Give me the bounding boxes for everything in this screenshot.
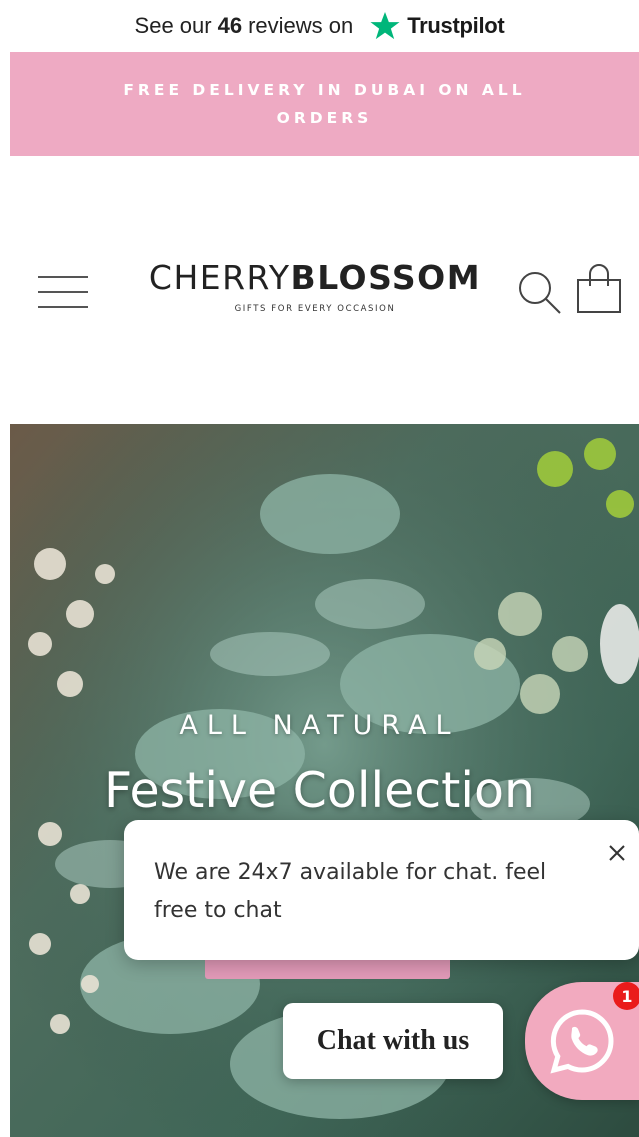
trustpilot-star-icon <box>370 12 400 40</box>
announcement-text: FREE DELIVERY IN DUBAI ON ALL ORDERS <box>123 81 526 127</box>
chat-with-us-button[interactable]: Chat with us <box>283 1003 503 1079</box>
chat-close-button[interactable] <box>604 840 630 866</box>
logo-word-blossom: BLOSSOM <box>290 258 482 297</box>
trustpilot-suffix: reviews on <box>248 13 354 38</box>
cart-button[interactable] <box>574 262 624 316</box>
chat-popup-text: We are 24x7 available for chat. feel fre… <box>154 860 547 923</box>
logo-tagline: GIFTS FOR EVERY OCCASION <box>234 304 396 314</box>
announcement-banner: FREE DELIVERY IN DUBAI ON ALL ORDERS <box>10 52 639 156</box>
trustpilot-prefix: See our <box>134 13 212 38</box>
logo-word-cherry: CHERRY <box>148 258 291 297</box>
hero-subtitle: ALL NATURAL <box>179 710 460 741</box>
close-icon <box>609 845 625 861</box>
chat-popup: We are 24x7 available for chat. feel fre… <box>124 820 639 960</box>
hero-title: Festive Collection <box>103 762 536 819</box>
trustpilot-brand: Trustpilot <box>407 13 505 38</box>
logo-wordmark: CHERRYBLOSSOM <box>142 258 488 298</box>
whatsapp-icon <box>550 1009 614 1074</box>
menu-button[interactable] <box>38 268 88 310</box>
hamburger-menu-icon <box>38 276 88 278</box>
search-button[interactable] <box>514 266 564 316</box>
hamburger-line <box>38 306 88 308</box>
trustpilot-review-bar[interactable]: See our 46 reviews on Trustpilot <box>0 0 639 52</box>
shopping-bag-icon <box>577 264 621 313</box>
review-count: 46 <box>217 13 243 38</box>
search-icon <box>519 272 561 314</box>
notification-badge: 1 <box>613 982 639 1010</box>
hamburger-line <box>38 291 88 293</box>
site-logo[interactable]: CHERRYBLOSSOM GIFTS FOR EVERY OCCASION <box>142 258 488 322</box>
